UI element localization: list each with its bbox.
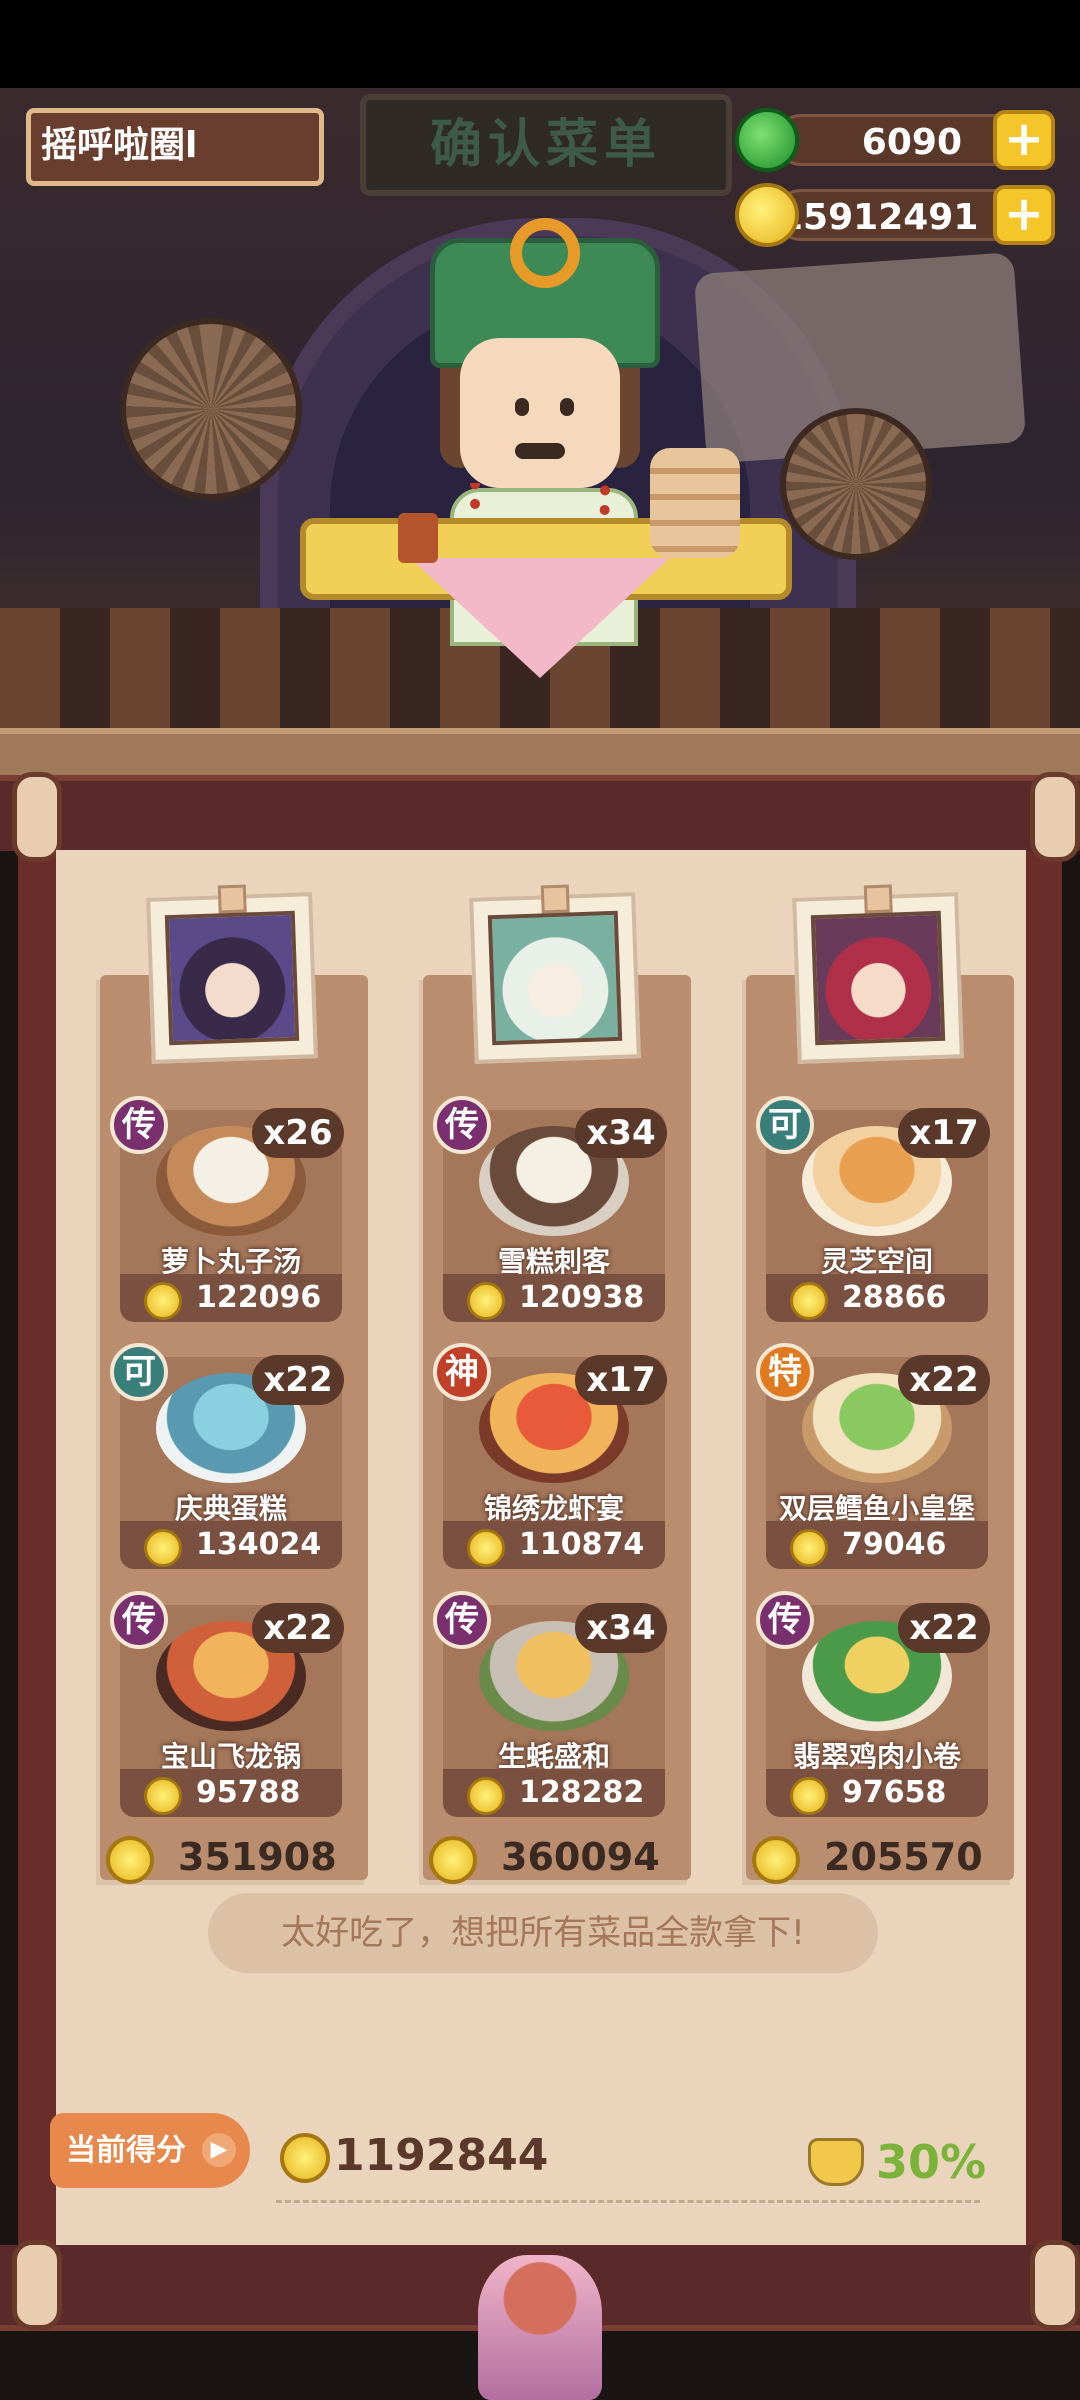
coin-icon — [429, 1835, 477, 1884]
dish-card[interactable]: 传 x34 生蚝盛和 128282 — [433, 1591, 667, 1825]
column-total: 351908 — [106, 1832, 337, 1884]
dish-quantity: x34 — [575, 1108, 667, 1158]
dish-quantity: x17 — [575, 1355, 667, 1405]
chopstick-cup — [398, 513, 438, 563]
bonus-bowl-icon — [808, 2138, 864, 2186]
rank-badge: 可 — [756, 1096, 814, 1154]
dish-card[interactable]: 可 x17 灵芝空间 28866 — [756, 1096, 990, 1330]
jade-icon — [735, 108, 799, 172]
status-bar — [0, 0, 1080, 88]
current-score: 1192844 — [280, 2126, 548, 2186]
dish-quantity: x34 — [575, 1603, 667, 1653]
rank-badge: 神 — [433, 1343, 491, 1401]
rank-badge: 传 — [433, 1096, 491, 1154]
score-divider — [276, 2200, 980, 2203]
coin-icon — [735, 183, 799, 247]
current-score-button[interactable]: 当前得分 ▶ — [50, 2113, 250, 2188]
coin-amount: 15912491 — [775, 189, 1025, 241]
guest-portrait[interactable] — [146, 884, 318, 1064]
scroll-top-rod — [0, 775, 1080, 851]
player-name-box[interactable]: 摇呼啦圈l — [26, 108, 324, 186]
guest-avatar — [164, 910, 300, 1046]
dish-quantity: x22 — [898, 1355, 990, 1405]
column-total-value: 360094 — [501, 1835, 660, 1879]
coin-icon — [752, 1835, 800, 1884]
jade-currency: 6090 + — [735, 108, 1055, 172]
dish-card[interactable]: 神 x17 锦绣龙虾宴 110874 — [433, 1343, 667, 1577]
coin-icon — [467, 1282, 505, 1320]
dish-quantity: x22 — [252, 1355, 344, 1405]
bonus-percent: 30% — [876, 2135, 987, 2189]
play-arrow-icon: ▶ — [202, 2133, 236, 2167]
rank-badge: 传 — [110, 1096, 168, 1154]
stacked-bowls — [650, 448, 740, 558]
column-total-value: 351908 — [178, 1835, 337, 1879]
coin-icon — [467, 1529, 505, 1567]
guest-portrait[interactable] — [792, 884, 964, 1064]
coin-currency: 15912491 + — [735, 183, 1055, 247]
scroll-knob — [1030, 2240, 1080, 2330]
rank-badge: 特 — [756, 1343, 814, 1401]
current-score-value: 1192844 — [334, 2130, 549, 2181]
guest-avatar — [487, 910, 623, 1046]
fan-decoration-right — [780, 408, 932, 560]
rank-badge: 可 — [110, 1343, 168, 1401]
coin-icon — [144, 1777, 182, 1815]
guest-portrait[interactable] — [469, 884, 641, 1064]
dish-quantity: x26 — [252, 1108, 344, 1158]
dish-quantity: x22 — [252, 1603, 344, 1653]
dish-quantity: x17 — [898, 1108, 990, 1158]
tassel-ornament — [478, 2255, 602, 2400]
scroll-knob — [12, 2240, 62, 2330]
add-jade-button[interactable]: + — [993, 110, 1055, 170]
customer-comment: 太好吃了，想把所有菜品全款拿下! — [208, 1893, 878, 1973]
dish-card[interactable]: 传 x34 雪糕刺客 120938 — [433, 1096, 667, 1330]
add-coin-button[interactable]: + — [993, 185, 1055, 245]
coin-icon — [467, 1777, 505, 1815]
coin-icon — [144, 1529, 182, 1567]
dish-card[interactable]: 可 x22 庆典蛋糕 134024 — [110, 1343, 344, 1577]
column-total: 205570 — [752, 1832, 983, 1884]
column-total-value: 205570 — [824, 1835, 983, 1879]
scroll-knob — [1030, 772, 1080, 862]
current-score-label: 当前得分 — [66, 2133, 186, 2168]
fan-decoration-left — [120, 318, 302, 500]
coin-icon — [106, 1835, 154, 1884]
dish-card[interactable]: 传 x26 萝卜丸子汤 122096 — [110, 1096, 344, 1330]
column-total: 360094 — [429, 1832, 660, 1884]
dish-quantity: x22 — [898, 1603, 990, 1653]
dish-card[interactable]: 传 x22 翡翠鸡肉小卷 97658 — [756, 1591, 990, 1825]
rank-badge: 传 — [110, 1591, 168, 1649]
coin-icon — [144, 1282, 182, 1320]
menu-sign: 确认菜单 — [360, 94, 732, 196]
rank-badge: 传 — [433, 1591, 491, 1649]
guest-avatar — [810, 910, 946, 1046]
scroll-knob — [12, 772, 62, 862]
coin-icon — [280, 2133, 330, 2183]
rank-badge: 传 — [756, 1591, 814, 1649]
dish-card[interactable]: 特 x22 双层鳕鱼小皇堡 79046 — [756, 1343, 990, 1577]
coin-icon — [790, 1777, 828, 1815]
dish-card[interactable]: 传 x22 宝山飞龙锅 95788 — [110, 1591, 344, 1825]
coin-icon — [790, 1282, 828, 1320]
coin-icon — [790, 1529, 828, 1567]
jade-amount: 6090 — [775, 114, 1025, 166]
